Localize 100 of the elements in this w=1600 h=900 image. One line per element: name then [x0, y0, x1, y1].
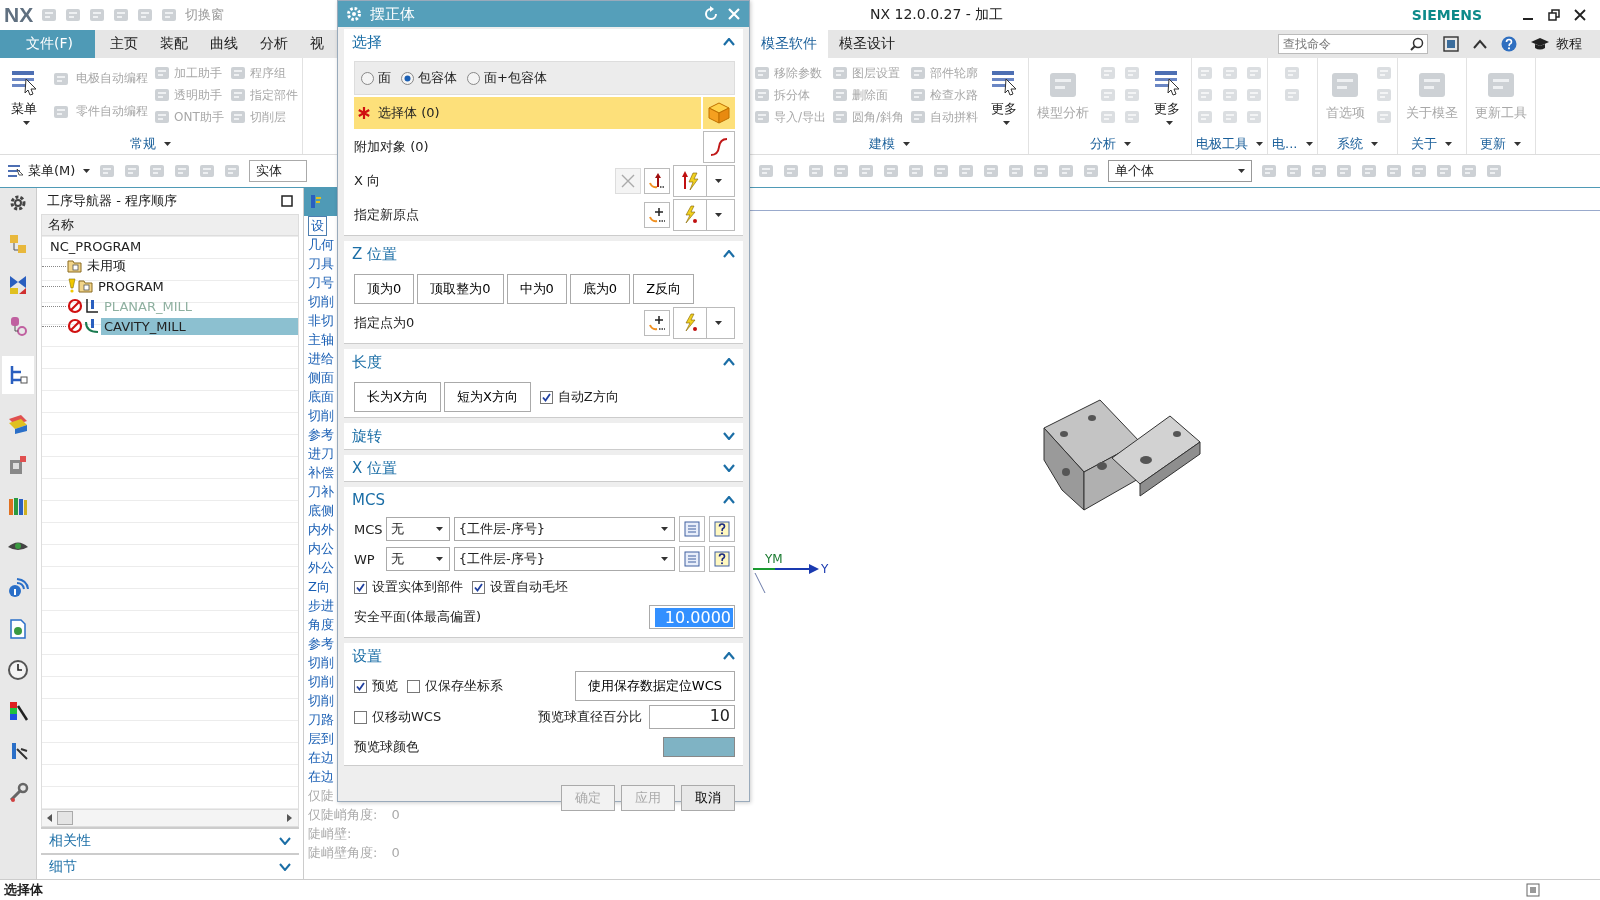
column-header[interactable]: 名称: [42, 215, 298, 236]
action-button[interactable]: 长为X方向: [354, 382, 441, 412]
section-title[interactable]: 长度: [352, 352, 382, 372]
caret-icon[interactable]: [1165, 121, 1173, 125]
tree-item[interactable]: CAVITY_MILL: [101, 317, 298, 335]
select-body-field[interactable]: 选择体 (0): [354, 97, 701, 129]
section-title[interactable]: 旋转: [352, 426, 382, 446]
caret-icon[interactable]: [22, 121, 30, 125]
graduation-cap-icon[interactable]: [1531, 37, 1549, 51]
caret-icon[interactable]: [1514, 142, 1521, 146]
tool-icon[interactable]: [174, 163, 191, 179]
blocks-icon[interactable]: [7, 233, 29, 255]
tool-icon[interactable]: [224, 163, 241, 179]
checkbox-label[interactable]: 仅保存坐标系: [425, 677, 503, 695]
tool-icon[interactable]: [199, 163, 216, 179]
caret-icon[interactable]: [715, 321, 722, 325]
checkbox[interactable]: [354, 580, 367, 594]
wrench-icon[interactable]: [7, 782, 29, 804]
dialog-button[interactable]: 取消: [681, 785, 735, 811]
split-button[interactable]: [673, 165, 735, 197]
mode-dropdown[interactable]: 无: [385, 547, 450, 571]
caret-icon[interactable]: [83, 169, 91, 173]
caret-icon[interactable]: [1002, 121, 1010, 125]
tool-icon[interactable]: [1386, 163, 1402, 179]
reset-icon[interactable]: [703, 6, 719, 22]
menu-button[interactable]: 菜单(M): [8, 162, 91, 180]
caret-icon[interactable]: [661, 557, 669, 561]
chevron-down-icon[interactable]: [723, 464, 735, 472]
caret-icon[interactable]: [715, 213, 722, 217]
chevron-up-icon[interactable]: [723, 38, 735, 46]
tool-icon[interactable]: [808, 163, 824, 179]
ribbon-button[interactable]: 更多: [1147, 65, 1188, 125]
tool-icon[interactable]: [99, 163, 116, 179]
tutorial-link[interactable]: 教程: [1556, 35, 1582, 53]
caret-icon[interactable]: [661, 527, 669, 531]
tool-icon[interactable]: [1058, 163, 1074, 179]
action-button[interactable]: 顶取整为0: [417, 274, 504, 304]
tool-icon[interactable]: [983, 163, 999, 179]
chevron-down-icon[interactable]: [723, 432, 735, 440]
checkbox[interactable]: [539, 390, 553, 404]
number-field[interactable]: 10: [649, 705, 735, 729]
mode-dropdown[interactable]: 无: [386, 517, 450, 541]
search-icon[interactable]: [1410, 37, 1424, 51]
action-button[interactable]: 顶为0: [354, 274, 415, 304]
action-button[interactable]: 中为0: [506, 274, 567, 304]
help-button[interactable]: [709, 546, 735, 572]
tree-item[interactable]: NC_PROGRAM: [47, 237, 145, 255]
maximize-icon[interactable]: [281, 195, 293, 207]
scroll-right-icon[interactable]: [287, 814, 293, 822]
section-title[interactable]: Z 位置: [352, 244, 398, 264]
caret-icon[interactable]: [1256, 142, 1264, 146]
tool-icon[interactable]: [1033, 163, 1049, 179]
checkbox[interactable]: [354, 710, 367, 724]
search-field[interactable]: 查找命令: [1278, 34, 1428, 54]
section-title[interactable]: 设置: [352, 646, 382, 666]
tool-icon[interactable]: [783, 163, 799, 179]
point-dialog-button[interactable]: [644, 310, 670, 336]
caret-icon[interactable]: [1370, 142, 1378, 146]
color-swatch[interactable]: [663, 737, 735, 757]
action-button[interactable]: Z反向: [633, 274, 695, 304]
tool-icon[interactable]: [833, 163, 849, 179]
ribbon-tab[interactable]: 视: [299, 30, 335, 58]
tree-item[interactable]: 未用项: [84, 256, 129, 276]
caret-icon[interactable]: [164, 142, 172, 146]
tool-icon[interactable]: [858, 163, 874, 179]
machine-icon[interactable]: [7, 454, 29, 476]
action-button[interactable]: 短为X方向: [443, 382, 531, 412]
tool-icon[interactable]: [1436, 163, 1452, 179]
wcs-button[interactable]: 使用保存数据定位WCS: [574, 671, 735, 701]
checkbox-label[interactable]: 自动Z方向: [557, 388, 619, 406]
checkbox-label[interactable]: 设置自动毛坯: [490, 578, 568, 596]
tool-icon[interactable]: [1008, 163, 1024, 179]
section-title[interactable]: X 位置: [352, 458, 398, 478]
chevron-up-icon[interactable]: [723, 496, 735, 504]
template-combobox[interactable]: {工件层-序号}: [453, 517, 676, 541]
caret-icon[interactable]: [715, 179, 722, 183]
tool-icon[interactable]: [1261, 163, 1277, 179]
panel-title[interactable]: 细节: [49, 858, 77, 876]
chevron-down-icon[interactable]: [279, 863, 291, 871]
action-button[interactable]: 底为0: [569, 274, 631, 304]
tool-icon[interactable]: [149, 163, 166, 179]
ribbon-tab[interactable]: 分析: [249, 30, 299, 58]
selection-scope-dropdown[interactable]: 单个体: [1108, 160, 1252, 182]
tool-icon[interactable]: [1083, 163, 1099, 179]
checkbox-label[interactable]: 预览: [372, 677, 398, 695]
tree-item[interactable]: PROGRAM: [95, 277, 167, 295]
filter-dropdown[interactable]: 实体: [249, 160, 308, 182]
bowtie-icon[interactable]: [7, 274, 29, 296]
checkbox[interactable]: [407, 679, 420, 693]
close-icon[interactable]: [1574, 9, 1586, 21]
tool-icon[interactable]: [161, 7, 178, 23]
point-dialog-button[interactable]: [644, 202, 670, 228]
scroll-left-icon[interactable]: [47, 814, 53, 822]
scrollbar-thumb[interactable]: [57, 811, 73, 825]
gradient-icon[interactable]: [7, 700, 29, 722]
section-title[interactable]: 选择: [352, 32, 382, 52]
tool-icon[interactable]: [958, 163, 974, 179]
books-icon[interactable]: [7, 495, 29, 517]
radio-button[interactable]: [401, 71, 414, 85]
tool-icon[interactable]: [908, 163, 924, 179]
